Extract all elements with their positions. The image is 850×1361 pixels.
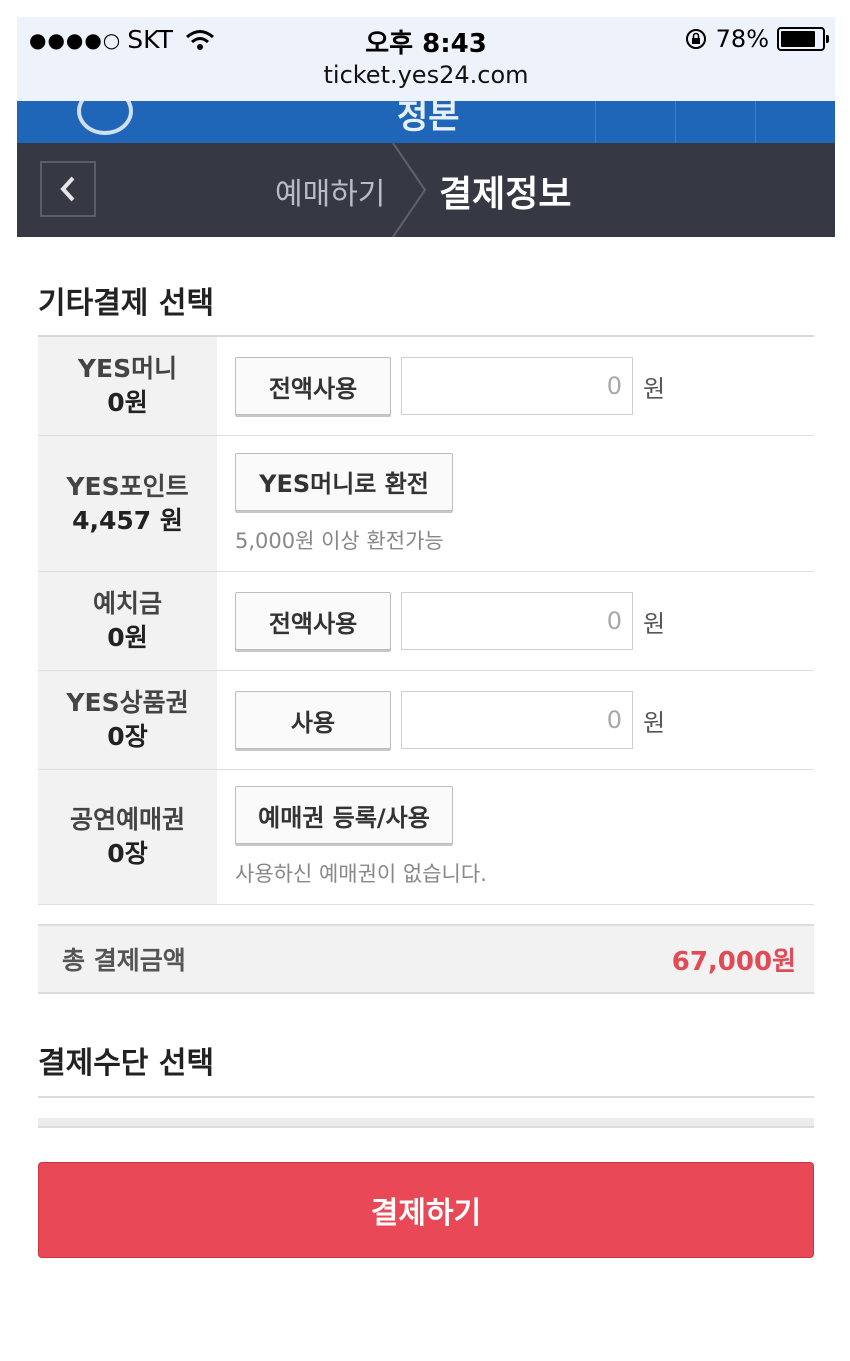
row-label-amount: 0장 [107, 839, 148, 868]
battery-icon [777, 27, 829, 51]
row-label-name: 공연예매권 [69, 805, 185, 834]
battery-area: 78% [684, 25, 829, 53]
breadcrumb-separator-icon [392, 143, 427, 237]
help-text: 5,000원 이상 환전가능 [235, 528, 444, 553]
section-title-other-payment: 기타결제 선택 [38, 286, 215, 321]
use-button[interactable]: 사용 [235, 691, 391, 749]
header-divider [595, 101, 596, 143]
row-label-name: 예치금 [92, 589, 162, 618]
register-voucher-button[interactable]: 예매권 등록/사용 [235, 786, 453, 844]
row-controls: YES머니로 환전 5,000원 이상 환전가능 [217, 436, 814, 571]
payment-row-yes-money: YES머니 0원 전액사용 원 [38, 337, 814, 436]
total-amount-bar: 총 결제금액 67,000원 [38, 924, 814, 994]
row-label-name: YES포인트 [66, 471, 189, 501]
row-label-amount: 4,457 원 [72, 505, 183, 535]
unit-label: 원 [643, 374, 666, 403]
row-controls: 예매권 등록/사용 사용하신 예매권이 없습니다. [217, 770, 814, 904]
divider [38, 1118, 814, 1126]
battery-percent: 78% [715, 25, 769, 53]
row-label-amount: 0원 [107, 388, 148, 417]
row-label-name: YES머니 [77, 354, 178, 383]
header-divider [755, 101, 756, 143]
site-title: 정본 [397, 101, 460, 137]
gift-card-amount-input[interactable] [401, 691, 633, 749]
total-label: 총 결제금액 [62, 946, 186, 975]
total-value: 67,000원 [671, 946, 796, 977]
use-all-button[interactable]: 전액사용 [235, 592, 391, 650]
row-label-amount: 0원 [107, 623, 148, 652]
step-nav: 예매하기 결제정보 [17, 143, 835, 237]
row-label: YES포인트 4,457 원 [38, 436, 217, 571]
app-frame: ●●●●○ SKT 오후 8:43 78% ticket.yes24.com 정… [17, 17, 835, 237]
payment-row-deposit: 예치금 0원 전액사용 원 [38, 572, 814, 671]
back-button[interactable] [40, 161, 96, 217]
header-divider [675, 101, 676, 143]
row-label: 예치금 0원 [38, 572, 217, 670]
row-label-amount: 0장 [107, 722, 148, 751]
menu-icon[interactable] [77, 101, 133, 135]
payment-row-yes-point: YES포인트 4,457 원 YES머니로 환전 5,000원 이상 환전가능 [38, 436, 814, 572]
payment-row-ticket-voucher: 공연예매권 0장 예매권 등록/사용 사용하신 예매권이 없습니다. [38, 770, 814, 905]
pay-button[interactable]: 결제하기 [38, 1162, 814, 1258]
row-label: 공연예매권 0장 [38, 770, 217, 904]
yes-money-amount-input[interactable] [401, 357, 633, 415]
rotation-lock-icon [685, 29, 706, 49]
convert-to-yes-money-button[interactable]: YES머니로 환전 [235, 452, 453, 511]
use-all-button[interactable]: 전액사용 [235, 357, 391, 415]
page-title: 결제정보 [439, 174, 572, 215]
chevron-left-icon [60, 176, 75, 202]
divider [38, 1096, 814, 1098]
row-label: YES머니 0원 [38, 337, 217, 435]
section-title-payment-method: 결제수단 선택 [38, 1046, 215, 1081]
row-controls: 사용 원 [217, 671, 814, 769]
divider [38, 1126, 814, 1128]
site-header: 정본 [17, 101, 835, 143]
payment-row-gift-card: YES상품권 0장 사용 원 [38, 671, 814, 770]
url-bar[interactable]: ticket.yes24.com [17, 61, 835, 89]
row-label-name: YES상품권 [66, 688, 189, 717]
row-label: YES상품권 0장 [38, 671, 217, 769]
status-bar: ●●●●○ SKT 오후 8:43 78% ticket.yes24.com [17, 17, 835, 101]
row-controls: 전액사용 원 [217, 572, 814, 670]
unit-label: 원 [643, 609, 666, 638]
help-text: 사용하신 예매권이 없습니다. [235, 862, 487, 886]
deposit-amount-input[interactable] [401, 592, 633, 650]
other-payment-table: YES머니 0원 전액사용 원 YES포인트 4,457 원 YES머니로 환전… [38, 335, 814, 905]
row-controls: 전액사용 원 [217, 337, 814, 435]
breadcrumb-prev[interactable]: 예매하기 [275, 169, 385, 213]
unit-label: 원 [643, 708, 666, 737]
